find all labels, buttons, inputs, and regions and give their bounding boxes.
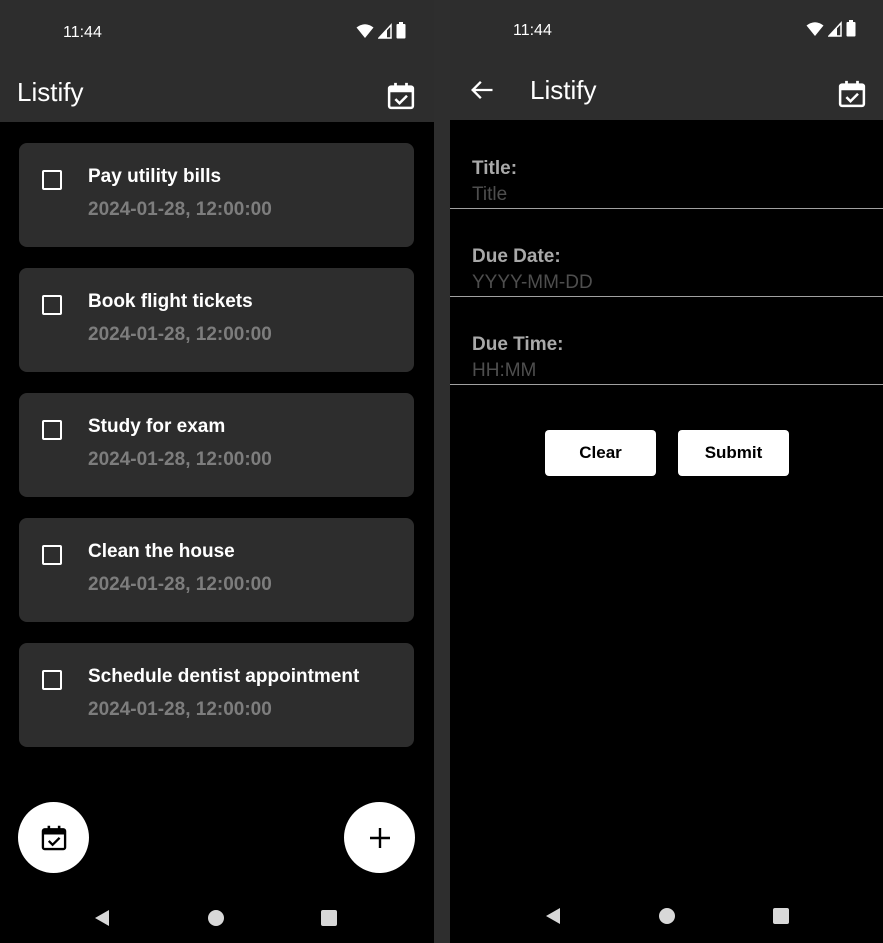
nav-home-icon[interactable] bbox=[659, 908, 675, 924]
task-title: Pay utility bills bbox=[88, 166, 222, 187]
nav-recents-icon[interactable] bbox=[773, 908, 789, 924]
task-card[interactable]: Book flight tickets 2024-01-28, 12:00:00 bbox=[19, 268, 414, 372]
due-time-input[interactable] bbox=[472, 360, 852, 382]
add-task-screen: 11:44 Listify Title: Due Date: Due Time:… bbox=[450, 0, 883, 943]
nav-back-icon[interactable] bbox=[95, 910, 109, 926]
task-due-date: 2024-01-28, 12:00:00 bbox=[88, 699, 272, 720]
calendar-check-icon[interactable] bbox=[386, 81, 416, 111]
task-due-date: 2024-01-28, 12:00:00 bbox=[88, 199, 272, 220]
nav-recents-icon[interactable] bbox=[321, 910, 337, 926]
task-due-date: 2024-01-28, 12:00:00 bbox=[88, 574, 272, 595]
app-bar: Listify bbox=[0, 62, 434, 122]
wifi-icon bbox=[356, 23, 374, 38]
task-checkbox[interactable] bbox=[42, 545, 62, 565]
task-checkbox[interactable] bbox=[42, 670, 62, 690]
task-due-date: 2024-01-28, 12:00:00 bbox=[88, 324, 272, 345]
app-title: Listify bbox=[530, 75, 597, 105]
task-title: Schedule dentist appointment bbox=[88, 666, 360, 687]
status-bar: 11:44 bbox=[450, 0, 883, 62]
system-nav-bar bbox=[0, 893, 434, 943]
task-card[interactable]: Pay utility bills 2024-01-28, 12:00:00 bbox=[19, 143, 414, 247]
status-icons bbox=[806, 20, 856, 37]
calendar-check-icon[interactable] bbox=[837, 79, 867, 109]
due-time-label: Due Time: bbox=[472, 334, 564, 355]
task-card[interactable]: Schedule dentist appointment 2024-01-28,… bbox=[19, 643, 414, 747]
add-task-fab-button[interactable] bbox=[344, 802, 415, 873]
plus-icon bbox=[369, 827, 390, 848]
status-icons bbox=[356, 22, 406, 39]
due-time-field: Due Time: bbox=[450, 297, 883, 385]
title-label: Title: bbox=[472, 158, 518, 179]
wifi-icon bbox=[806, 21, 824, 36]
title-field: Title: bbox=[450, 121, 883, 209]
arrow-back-icon[interactable] bbox=[468, 76, 496, 104]
task-checkbox[interactable] bbox=[42, 420, 62, 440]
app-title: Listify bbox=[17, 77, 84, 107]
task-card[interactable]: Clean the house 2024-01-28, 12:00:00 bbox=[19, 518, 414, 622]
task-title: Book flight tickets bbox=[88, 291, 253, 312]
submit-button[interactable]: Submit bbox=[678, 430, 789, 476]
battery-icon bbox=[846, 20, 856, 37]
task-title: Study for exam bbox=[88, 416, 226, 437]
due-date-input[interactable] bbox=[472, 272, 852, 294]
calendar-fab-button[interactable] bbox=[18, 802, 89, 873]
clear-button[interactable]: Clear bbox=[545, 430, 656, 476]
due-date-label: Due Date: bbox=[472, 246, 561, 267]
status-time: 11:44 bbox=[513, 22, 552, 39]
title-input[interactable] bbox=[472, 184, 852, 206]
task-list-screen: 11:44 Listify Pay utility bills 2024-01-… bbox=[0, 0, 434, 943]
signal-icon bbox=[378, 22, 392, 39]
nav-back-icon[interactable] bbox=[546, 908, 560, 924]
task-checkbox[interactable] bbox=[42, 170, 62, 190]
nav-home-icon[interactable] bbox=[208, 910, 224, 926]
signal-icon bbox=[828, 20, 842, 37]
system-nav-bar bbox=[450, 893, 883, 943]
battery-icon bbox=[396, 22, 406, 39]
task-card[interactable]: Study for exam 2024-01-28, 12:00:00 bbox=[19, 393, 414, 497]
due-date-field: Due Date: bbox=[450, 209, 883, 297]
app-bar: Listify bbox=[450, 62, 883, 120]
status-time: 11:44 bbox=[63, 24, 102, 41]
task-checkbox[interactable] bbox=[42, 295, 62, 315]
calendar-check-icon bbox=[41, 825, 66, 850]
task-title: Clean the house bbox=[88, 541, 235, 562]
task-due-date: 2024-01-28, 12:00:00 bbox=[88, 449, 272, 470]
status-bar: 11:44 bbox=[0, 0, 434, 62]
